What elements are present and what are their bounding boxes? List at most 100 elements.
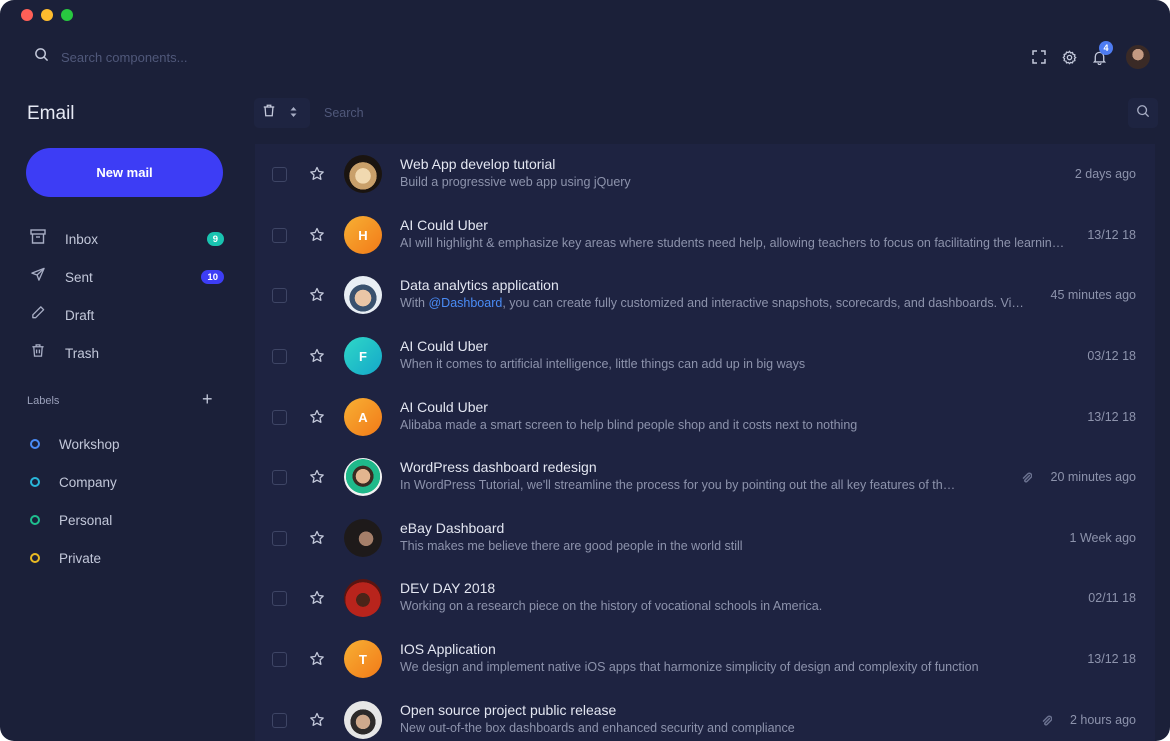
mail-subject: IOS Application xyxy=(400,641,496,657)
send-icon xyxy=(30,267,46,287)
star-icon[interactable] xyxy=(309,712,325,733)
mail-subject: eBay Dashboard xyxy=(400,520,505,536)
label-company[interactable]: Company xyxy=(30,472,117,492)
top-actions: 4 xyxy=(1024,41,1150,70)
mail-subject: Open source project public release xyxy=(400,702,617,718)
trash-icon[interactable] xyxy=(262,103,276,123)
search-icon xyxy=(1136,104,1150,123)
minimize-window-button[interactable] xyxy=(41,9,53,21)
mail-row[interactable]: WordPress dashboard redesign In WordPres… xyxy=(255,447,1155,507)
mail-search-input[interactable]: Search xyxy=(324,106,364,120)
mail-time: 13/12 18 xyxy=(1087,652,1136,666)
sender-avatar xyxy=(344,458,382,496)
label-dot-icon xyxy=(30,553,40,563)
mail-time: 13/12 18 xyxy=(1087,228,1136,242)
mail-snippet: Build a progressive web app using jQuery xyxy=(400,175,631,189)
top-bar: Search components... 4 xyxy=(0,40,1170,74)
mail-checkbox[interactable] xyxy=(272,713,287,728)
mail-time: 13/12 18 xyxy=(1087,410,1136,424)
mail-checkbox[interactable] xyxy=(272,470,287,485)
mail-row[interactable]: T IOS Application We design and implemen… xyxy=(255,629,1155,689)
archive-icon xyxy=(30,229,46,249)
mail-search-button[interactable] xyxy=(1128,98,1158,128)
mail-row[interactable]: Open source project public release New o… xyxy=(255,690,1155,741)
maximize-window-button[interactable] xyxy=(61,9,73,21)
close-window-button[interactable] xyxy=(21,9,33,21)
mail-checkbox[interactable] xyxy=(272,652,287,667)
mail-time: 03/12 18 xyxy=(1087,349,1136,363)
global-search-input[interactable]: Search components... xyxy=(61,50,187,65)
app-window: Search components... 4 Email New mail In… xyxy=(0,0,1170,741)
mail-time: 45 minutes ago xyxy=(1050,288,1136,302)
star-icon[interactable] xyxy=(309,348,325,369)
mail-checkbox[interactable] xyxy=(272,288,287,303)
mail-row[interactable]: DEV DAY 2018 Working on a research piece… xyxy=(255,568,1155,628)
mail-row[interactable]: H AI Could Uber AI will highlight & emph… xyxy=(255,205,1155,265)
inbox-count-badge: 9 xyxy=(206,232,224,246)
add-label-button[interactable]: + xyxy=(202,390,213,408)
mail-checkbox[interactable] xyxy=(272,531,287,546)
mail-checkbox[interactable] xyxy=(272,591,287,606)
mail-checkbox[interactable] xyxy=(272,167,287,182)
star-icon[interactable] xyxy=(309,530,325,551)
sidebar-item-label: Sent xyxy=(65,269,93,285)
sidebar-item-label: Inbox xyxy=(65,231,99,247)
sidebar-item-inbox[interactable]: Inbox 9 xyxy=(30,227,224,251)
mail-snippet: New out-of-the box dashboards and enhanc… xyxy=(400,721,795,735)
mail-snippet: Working on a research piece on the histo… xyxy=(400,599,823,613)
sender-avatar xyxy=(344,519,382,557)
sidebar-item-draft[interactable]: Draft xyxy=(30,303,224,327)
bulk-actions-button[interactable] xyxy=(254,98,310,128)
label-text: Company xyxy=(59,474,117,490)
user-avatar[interactable] xyxy=(1126,45,1150,69)
label-private[interactable]: Private xyxy=(30,548,101,568)
sender-avatar: H xyxy=(344,216,382,254)
label-text: Private xyxy=(59,550,102,566)
label-personal[interactable]: Personal xyxy=(30,510,112,530)
new-mail-button[interactable]: New mail xyxy=(26,148,223,197)
fullscreen-icon[interactable] xyxy=(1024,44,1054,70)
mail-time: 02/11 18 xyxy=(1088,591,1136,605)
sender-avatar xyxy=(344,276,382,314)
sidebar-item-sent[interactable]: Sent 10 xyxy=(30,265,224,289)
sender-avatar: A xyxy=(344,398,382,436)
mail-subject: Web App develop tutorial xyxy=(400,156,556,172)
star-icon[interactable] xyxy=(309,651,325,672)
mail-checkbox[interactable] xyxy=(272,349,287,364)
sender-avatar: T xyxy=(344,640,382,678)
notification-badge: 4 xyxy=(1099,41,1113,55)
star-icon[interactable] xyxy=(309,166,325,187)
sidebar-title: Email xyxy=(27,103,75,124)
star-icon[interactable] xyxy=(309,590,325,611)
sender-avatar xyxy=(344,579,382,617)
snippet-rest: , you can create fully customized and in… xyxy=(502,296,1025,310)
trash-icon xyxy=(30,343,46,363)
mail-row[interactable]: eBay Dashboard This makes me believe the… xyxy=(255,508,1155,568)
mail-row[interactable]: F AI Could Uber When it comes to artific… xyxy=(255,326,1155,386)
sender-avatar: F xyxy=(344,337,382,375)
pencil-icon xyxy=(30,305,46,325)
mail-toolbar: Search xyxy=(254,98,1158,128)
star-icon[interactable] xyxy=(309,409,325,430)
bell-icon[interactable]: 4 xyxy=(1084,41,1114,70)
star-icon[interactable] xyxy=(309,287,325,308)
sort-arrows-icon[interactable] xyxy=(290,104,297,122)
labels-heading: Labels xyxy=(27,395,60,407)
mail-snippet: We design and implement native iOS apps … xyxy=(400,660,979,674)
global-search[interactable]: Search components... xyxy=(34,47,187,67)
sidebar-item-trash[interactable]: Trash xyxy=(30,341,224,365)
star-icon[interactable] xyxy=(309,227,325,248)
mail-subject: Data analytics application xyxy=(400,277,559,293)
gear-icon[interactable] xyxy=(1054,44,1084,70)
mail-row[interactable]: A AI Could Uber Alibaba made a smart scr… xyxy=(255,387,1155,447)
label-workshop[interactable]: Workshop xyxy=(30,434,120,454)
star-icon[interactable] xyxy=(309,469,325,490)
dashboard-mention-link[interactable]: @Dashboard xyxy=(428,296,502,310)
mail-row[interactable]: Web App develop tutorial Build a progres… xyxy=(255,144,1155,204)
mail-row[interactable]: Data analytics application With @Dashboa… xyxy=(255,265,1155,325)
mail-checkbox[interactable] xyxy=(272,410,287,425)
sender-avatar xyxy=(344,155,382,193)
mail-time: 20 minutes ago xyxy=(1050,470,1136,484)
mail-checkbox[interactable] xyxy=(272,228,287,243)
sent-count-badge: 10 xyxy=(201,270,224,284)
